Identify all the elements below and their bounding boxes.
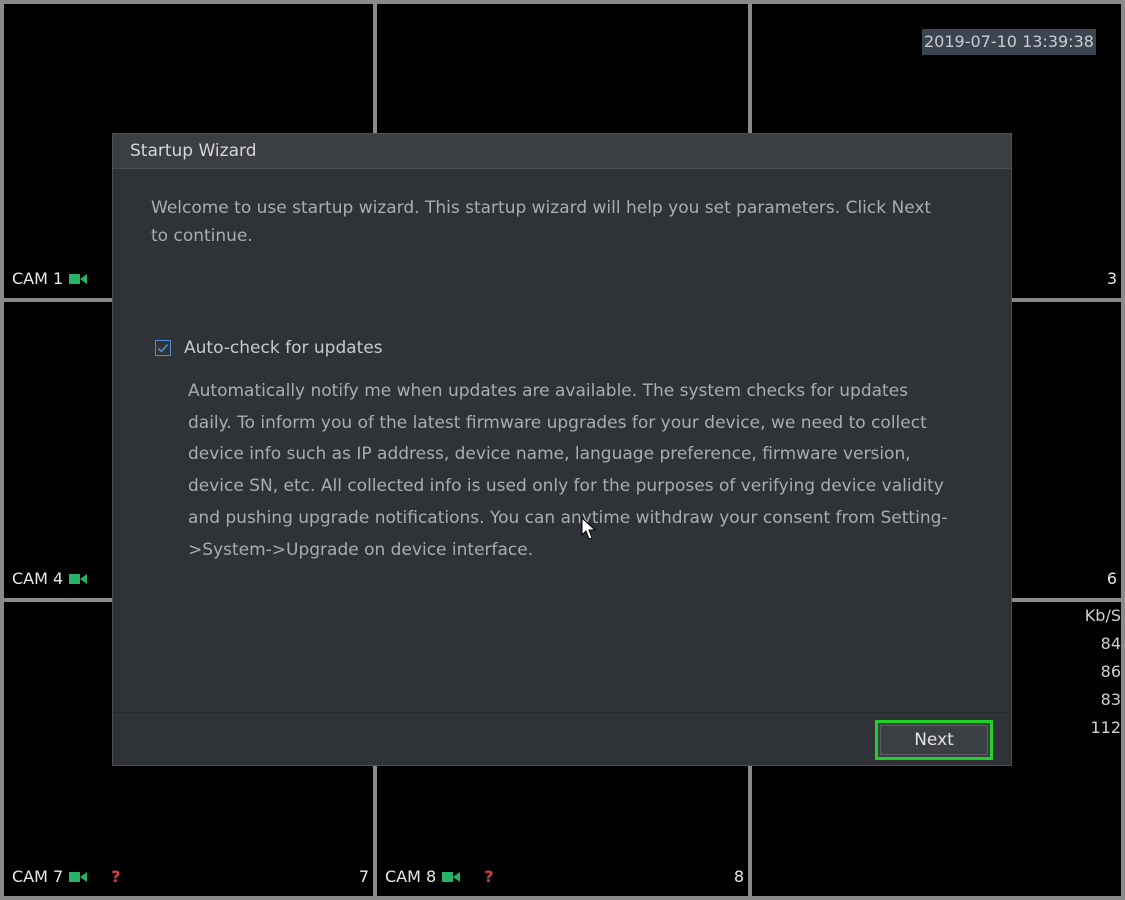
- bitrate-value: 112: [1090, 718, 1121, 737]
- camera-label: CAM 4: [12, 569, 88, 588]
- dialog-title: Startup Wizard: [113, 134, 1011, 169]
- channel-number: 8: [733, 867, 744, 886]
- bitrate-value: 84: [1100, 634, 1121, 653]
- channel-number: 7: [358, 867, 369, 886]
- timestamp: 2019-07-10 13:39:38: [922, 29, 1096, 55]
- auto-check-updates-label: Auto-check for updates: [184, 338, 383, 358]
- bitrate-value: 86: [1100, 662, 1121, 681]
- startup-wizard-dialog: Startup Wizard Welcome to use startup wi…: [112, 133, 1012, 766]
- camera-name: CAM 7: [12, 867, 64, 886]
- channel-number: 6: [1106, 569, 1117, 588]
- nvr-live-view: CAM 1 3 CAM 4 6 CAM 7 ? 7 CAM 8 ? 8 2019…: [0, 0, 1125, 900]
- question-mark-icon: ?: [111, 867, 121, 886]
- bitrate-panel: Kb/S 84 86 83 112: [1085, 602, 1121, 742]
- update-description-text: Automatically notify me when updates are…: [188, 381, 948, 560]
- video-camera-icon: [69, 573, 88, 584]
- mouse-cursor-icon: [581, 517, 597, 540]
- next-button-label: Next: [914, 730, 954, 750]
- channel-number: 3: [1106, 269, 1117, 288]
- camera-name: CAM 4: [12, 569, 64, 588]
- camera-label: CAM 1: [12, 269, 88, 288]
- camera-label: CAM 8 ?: [385, 867, 493, 886]
- bitrate-value: 83: [1100, 690, 1121, 709]
- camera-name: CAM 1: [12, 269, 64, 288]
- auto-check-updates-checkbox[interactable]: [155, 340, 171, 356]
- video-camera-icon: [69, 871, 88, 882]
- intro-text: Welcome to use startup wizard. This star…: [151, 198, 932, 246]
- checkmark-icon: [157, 343, 169, 353]
- camera-label: CAM 7 ?: [12, 867, 120, 886]
- video-camera-icon: [442, 871, 461, 882]
- bitrate-header: Kb/S: [1084, 606, 1121, 625]
- question-mark-icon: ?: [484, 867, 494, 886]
- auto-check-updates-option[interactable]: Auto-check for updates: [155, 338, 383, 358]
- camera-name: CAM 8: [385, 867, 437, 886]
- next-button[interactable]: Next: [875, 720, 993, 760]
- video-camera-icon: [69, 273, 88, 284]
